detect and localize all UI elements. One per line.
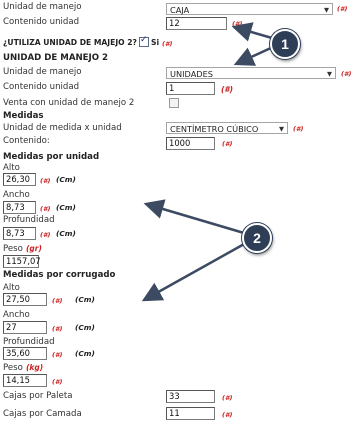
arrow-2a (143, 199, 245, 235)
callout-badge-1: 1 (270, 29, 300, 59)
arrow-2b (141, 241, 247, 302)
annotation-arrows (141, 22, 274, 302)
arrow-1a (231, 22, 273, 42)
arrow-1b (233, 45, 274, 66)
callout-badge-2: 2 (242, 223, 272, 253)
